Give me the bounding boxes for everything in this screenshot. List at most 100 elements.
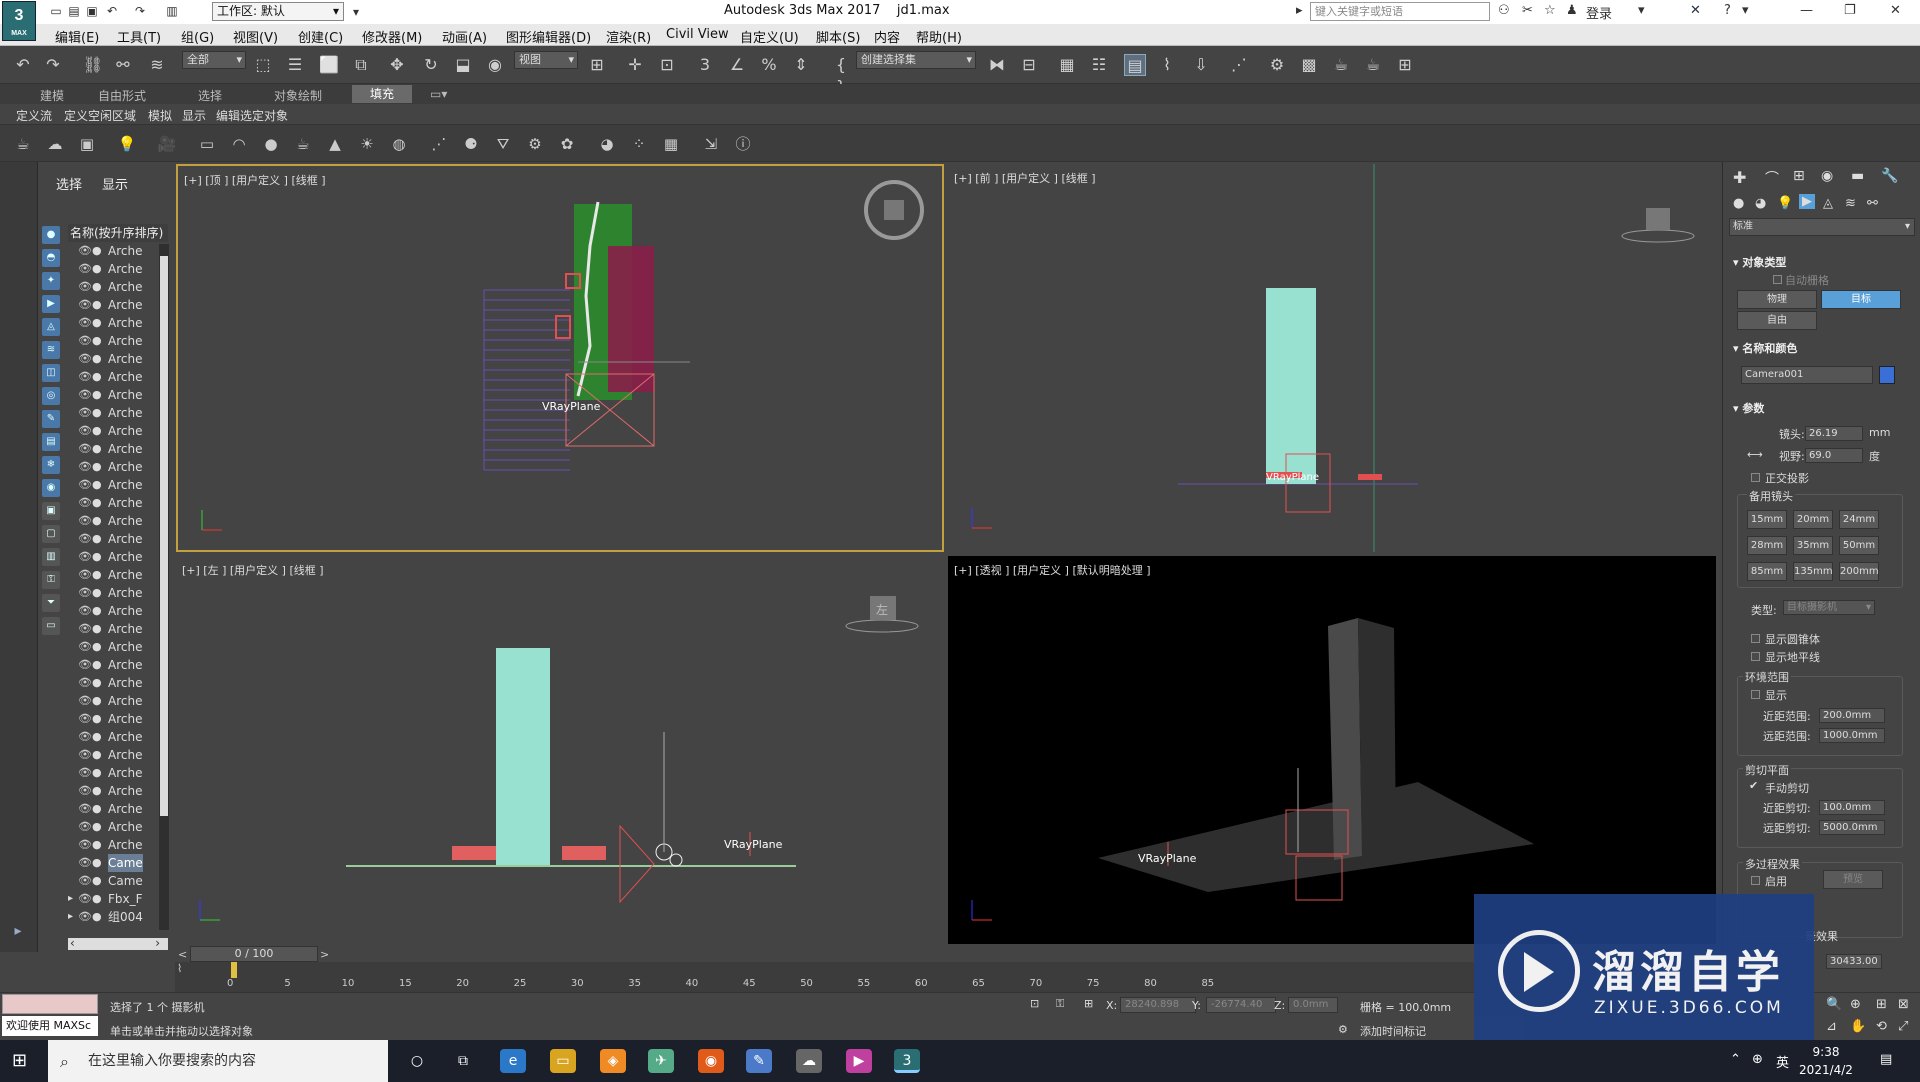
explorer-row[interactable]: 👁 ● Arche: [68, 404, 158, 422]
eye-icon[interactable]: 👁: [78, 512, 92, 530]
cone-icon[interactable]: ▲: [324, 133, 346, 155]
render-setup-icon[interactable]: ⚙: [1266, 54, 1288, 76]
menu-customize[interactable]: 自定义(U): [740, 27, 799, 46]
viewport-left[interactable]: VRayPlane 左 [+] [左 ] [用户定义 ] [线框 ]: [176, 556, 944, 944]
eye-icon[interactable]: 👁: [78, 674, 92, 692]
xref-filter-icon[interactable]: ◎: [42, 387, 60, 405]
eye-icon[interactable]: 👁: [78, 278, 92, 296]
lens-200mm-button[interactable]: 200mm: [1839, 562, 1879, 581]
eye-icon[interactable]: 👁: [78, 656, 92, 674]
exchange-icon[interactable]: ✕: [1690, 3, 1701, 18]
folder-icon[interactable]: ▭: [42, 617, 60, 635]
parameters-title[interactable]: ▾ 参数: [1733, 400, 1764, 416]
menu-edit[interactable]: 编辑(E): [55, 27, 99, 46]
link-icon[interactable]: ⛓: [82, 54, 104, 76]
explorer-row[interactable]: ▸ 👁 ● Fbx_F: [68, 890, 158, 908]
explorer-row[interactable]: 👁 ● Arche: [68, 602, 158, 620]
box-gizmo-icon[interactable]: ▣: [76, 133, 98, 155]
app-media-icon[interactable]: ▶: [846, 1049, 872, 1073]
explorer-row[interactable]: 👁 ● Arche: [68, 728, 158, 746]
eye-icon[interactable]: 👁: [78, 404, 92, 422]
eye-icon[interactable]: 👁: [78, 296, 92, 314]
explorer-row[interactable]: 👁 ● Arche: [68, 494, 158, 512]
bone-filter-icon[interactable]: ✎: [42, 410, 60, 428]
file-explorer-icon[interactable]: ▭: [550, 1049, 576, 1073]
spinner-snap-icon[interactable]: ⇕: [790, 54, 812, 76]
explorer-row[interactable]: 👁 ● Arche: [68, 620, 158, 638]
frozen-filter-icon[interactable]: ❄: [42, 456, 60, 474]
material-editor-icon[interactable]: ⋰: [1228, 54, 1250, 76]
redo-icon[interactable]: ↷: [132, 3, 148, 19]
new-file-icon[interactable]: ▭: [48, 3, 64, 19]
subtab-define-idle-areas[interactable]: 定义空闲区域: [64, 107, 136, 124]
display-none-icon[interactable]: ▢: [42, 525, 60, 543]
save-file-icon[interactable]: ▣: [84, 3, 100, 19]
angle-snap-icon[interactable]: ∠: [726, 54, 748, 76]
communication-icon[interactable]: ✂: [1522, 3, 1533, 18]
menu-create[interactable]: 创建(C): [298, 27, 343, 46]
viewport-label-front[interactable]: [+] [前 ] [用户定义 ] [线框 ]: [954, 170, 1096, 186]
menu-graph-editors[interactable]: 图形编辑器(D): [506, 27, 591, 46]
lens-24mm-button[interactable]: 24mm: [1839, 510, 1879, 529]
eye-icon[interactable]: 👁: [78, 440, 92, 458]
shapes-icon[interactable]: ◕: [1755, 196, 1766, 211]
lens-20mm-button[interactable]: 20mm: [1793, 510, 1833, 529]
selection-filter-dropdown[interactable]: 全部 ▾: [182, 51, 246, 69]
object-name-input[interactable]: Camera001: [1741, 366, 1873, 384]
explorer-row[interactable]: 👁 ● Arche: [68, 674, 158, 692]
lens-135mm-button[interactable]: 135mm: [1793, 562, 1833, 581]
physical-camera-button[interactable]: 物理: [1737, 290, 1817, 309]
mesh-icon[interactable]: ⛛: [492, 133, 514, 155]
motion-tab-icon[interactable]: ◉: [1821, 168, 1833, 184]
tab-freeform[interactable]: 自由形式: [98, 87, 146, 104]
explorer-row[interactable]: 👁 ● Arche: [68, 242, 158, 260]
explorer-row[interactable]: 👁 ● Arche: [68, 350, 158, 368]
preview-button[interactable]: 预览: [1823, 870, 1883, 889]
eye-icon[interactable]: 👁: [78, 836, 92, 854]
helpers-icon[interactable]: ◬: [1823, 196, 1833, 211]
explorer-row[interactable]: 👁 ● Arche: [68, 692, 158, 710]
chevron-right-icon[interactable]: ▸: [1296, 3, 1303, 18]
eye-icon[interactable]: 👁: [78, 422, 92, 440]
scene-explorer-icon[interactable]: ▤: [1124, 54, 1146, 76]
eye-icon[interactable]: 👁: [78, 908, 92, 926]
menu-scripting[interactable]: 脚本(S): [816, 27, 860, 46]
menu-group[interactable]: 组(G): [181, 27, 214, 46]
explorer-row[interactable]: 👁 ● Arche: [68, 584, 158, 602]
eye-icon[interactable]: 👁: [78, 638, 92, 656]
explorer-row[interactable]: 👁 ● Arche: [68, 476, 158, 494]
explorer-row[interactable]: 👁 ● Arche: [68, 530, 158, 548]
app-orange-icon[interactable]: ◈: [600, 1049, 626, 1073]
explorer-row[interactable]: 👁 ● Arche: [68, 422, 158, 440]
ref-coord-dropdown[interactable]: 视图 ▾: [514, 51, 578, 69]
explorer-row[interactable]: 👁 ● Arche: [68, 836, 158, 854]
show-horizon-checkbox[interactable]: [1751, 652, 1760, 661]
cameras-icon[interactable]: ▶: [1799, 194, 1815, 209]
eye-icon[interactable]: 👁: [78, 710, 92, 728]
dome-icon[interactable]: ◠: [228, 133, 250, 155]
rendered-frame-icon[interactable]: ▩: [1298, 54, 1320, 76]
viewport-top[interactable]: VRayPlane [+] [顶 ] [用户定义 ] [线框 ]: [176, 164, 944, 552]
subtab-define-flows[interactable]: 定义流: [16, 107, 52, 124]
explorer-row[interactable]: 👁 ● Arche: [68, 458, 158, 476]
select-manipulate-icon[interactable]: ✛: [624, 54, 646, 76]
a360-icon[interactable]: ⊞: [1394, 54, 1416, 76]
eye-icon[interactable]: 👁: [78, 746, 92, 764]
lens-35mm-button[interactable]: 35mm: [1793, 536, 1833, 555]
zoom-extents-icon[interactable]: ⊞: [1876, 997, 1887, 1012]
explorer-row[interactable]: 👁 ● Arche: [68, 566, 158, 584]
menu-view[interactable]: 视图(V): [233, 27, 278, 46]
far-range-input[interactable]: 1000.0mm: [1819, 728, 1885, 743]
spacewarp-filter-icon[interactable]: ≋: [42, 341, 60, 359]
tab-populate[interactable]: 填充: [352, 85, 413, 103]
user-icon[interactable]: ♟: [1566, 3, 1578, 18]
menu-tools[interactable]: 工具(T): [117, 27, 161, 46]
scale-icon[interactable]: ⬓: [452, 54, 474, 76]
menu-help[interactable]: 帮助(H): [916, 27, 962, 46]
multipass-enable-checkbox[interactable]: [1751, 876, 1760, 885]
sun-icon[interactable]: ☀: [356, 133, 378, 155]
explorer-row[interactable]: 👁 ● Arche: [68, 332, 158, 350]
menu-civil-view[interactable]: Civil View: [666, 27, 729, 42]
object-type-title[interactable]: ▾ 对象类型: [1733, 254, 1786, 270]
viewcube-front[interactable]: [1621, 208, 1695, 243]
